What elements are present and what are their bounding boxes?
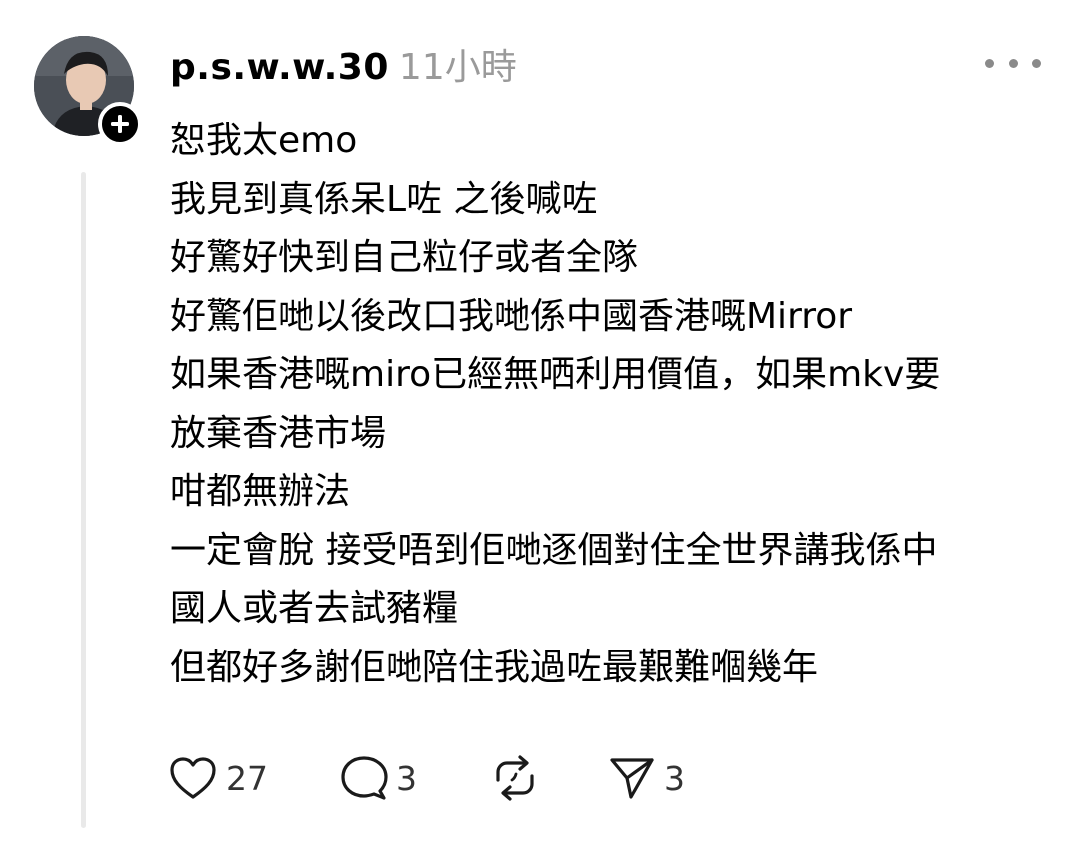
comment-icon [341,756,388,800]
avatar-container [34,36,142,146]
repost-button[interactable] [490,748,608,808]
action-bar: 27 3 3 [168,748,708,808]
more-horizontal-icon [1008,58,1018,68]
post-body-line: 但都好多謝佢哋陪住我過咗最艱難嗰幾年 [170,646,819,688]
post-body-line: 國人或者去試豬糧 [170,588,459,629]
send-icon [610,758,654,799]
thread-line [81,172,86,828]
more-horizontal-icon [1032,58,1041,68]
plus-icon [111,115,129,133]
share-button[interactable]: 3 [608,748,708,808]
post-body: 恕我太emo 我見到真係呆L咗 之後喊咗 好驚好快到自己粒仔或者全隊 好驚佢哋以… [170,112,1040,697]
timestamp: 11小時 [398,47,517,88]
more-horizontal-icon [985,58,994,68]
post-body-line: 好驚好快到自己粒仔或者全隊 [170,237,639,278]
like-count: 27 [226,758,268,798]
post-body-line: 放棄香港市場 [170,412,387,454]
reply-button[interactable]: 3 [340,748,490,808]
share-count: 3 [664,758,685,798]
more-options-button[interactable] [985,50,1041,76]
username[interactable]: p.s.w.w.30 [170,47,389,88]
post-body-line: 咁都無辦法 [170,471,351,512]
thread-post: p.s.w.w.30 11小時 恕我太emo 我見到真係呆L咗 之後喊咗 好驚好… [0,0,1076,841]
post-body-line: 我見到真係呆L咗 之後喊咗 [170,178,598,220]
post-body-line: 如果香港嘅miro已經無哂利用價值，如果mkv要 [170,354,941,395]
post-body-line: 一定會脫 接受唔到佢哋逐個對住全世界講我係中 [170,529,938,571]
reply-count: 3 [396,758,417,798]
follow-button[interactable] [98,102,142,146]
post-body-line: 恕我太emo [170,120,358,161]
post-body-line: 好驚佢哋以後改口我哋係中國香港嘅Mirror [170,295,853,337]
post-header: p.s.w.w.30 11小時 [170,38,517,94]
heart-icon [170,757,216,799]
repost-icon [496,755,534,801]
like-button[interactable]: 27 [168,748,340,808]
